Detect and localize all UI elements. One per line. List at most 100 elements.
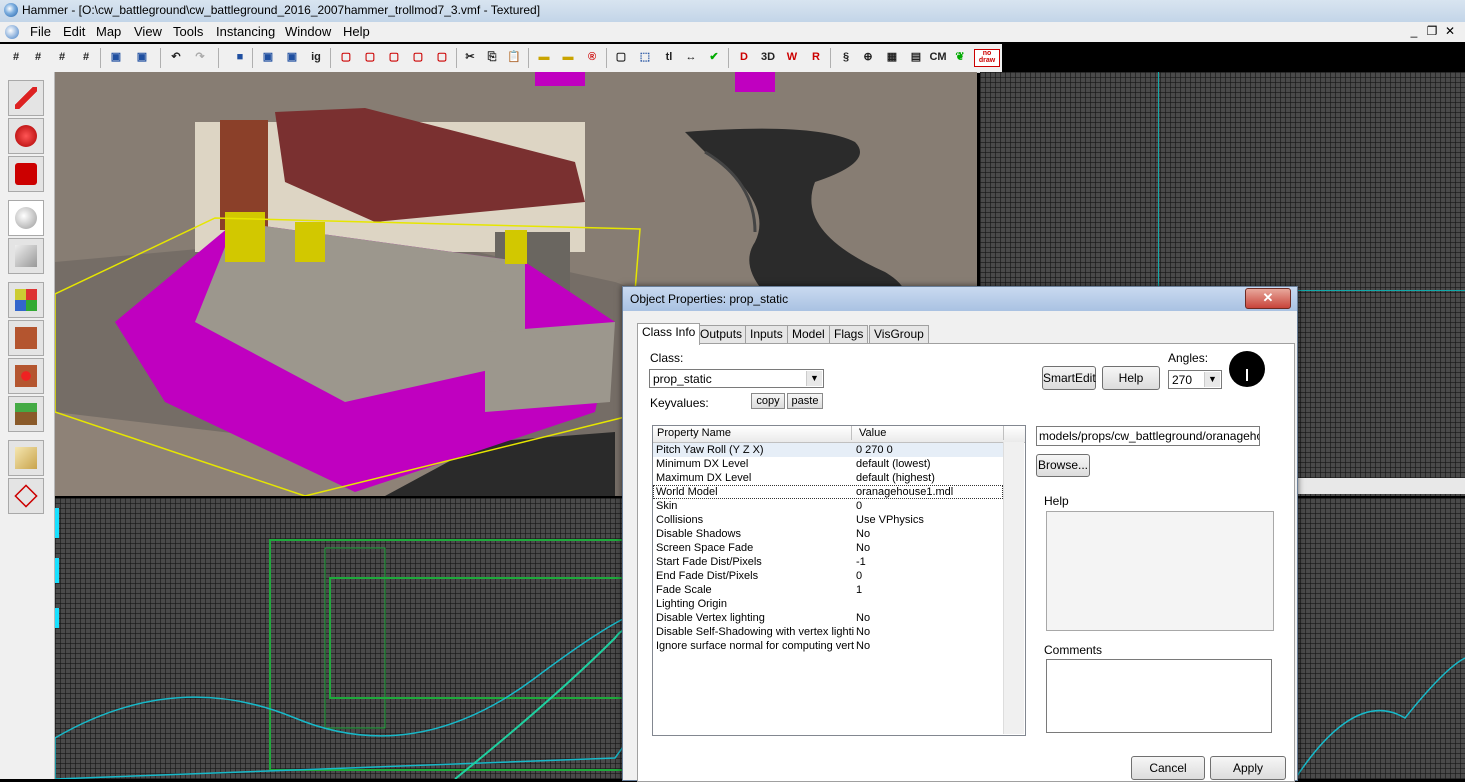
tab-model[interactable]: Model bbox=[787, 325, 830, 344]
tab-visgroup[interactable]: VisGroup bbox=[869, 325, 929, 344]
tab-outputs[interactable]: Outputs bbox=[695, 325, 748, 344]
table-row[interactable]: Pitch Yaw Roll (Y Z X) 0 270 0 bbox=[653, 443, 1003, 457]
smartedit-button[interactable]: SmartEdit bbox=[1042, 366, 1096, 390]
browse-button[interactable]: Browse... bbox=[1036, 454, 1090, 477]
dialog-close-button[interactable]: ✕ bbox=[1245, 288, 1291, 309]
table-row[interactable]: Collisions Use VPhysics bbox=[653, 513, 1003, 527]
menu-help[interactable]: Help bbox=[343, 24, 370, 39]
toolbar-tl[interactable]: tl bbox=[661, 49, 677, 65]
menu-window[interactable]: Window bbox=[285, 24, 331, 39]
table-row[interactable]: Fade Scale 1 bbox=[653, 583, 1003, 597]
carve-icon[interactable]: ▣ bbox=[108, 49, 124, 65]
grid-larger-icon[interactable]: # bbox=[54, 49, 70, 65]
tie-to-entity-icon[interactable]: ▣ bbox=[260, 49, 276, 65]
undo-icon[interactable]: ↶ bbox=[168, 49, 184, 65]
entity-tool-button[interactable] bbox=[8, 200, 44, 236]
class-select[interactable]: prop_static ▼ bbox=[649, 369, 824, 388]
toolbar-nodraw[interactable]: no draw bbox=[974, 49, 1000, 67]
show-all-icon[interactable]: ▢ bbox=[386, 49, 402, 65]
table-row[interactable]: World Model oranagehouse1.mdl bbox=[653, 485, 1003, 499]
table-row[interactable]: Disable Shadows No bbox=[653, 527, 1003, 541]
menu-map[interactable]: Map bbox=[96, 24, 121, 39]
texture-app-tool-button[interactable] bbox=[8, 282, 44, 318]
radius-culling-icon[interactable]: ® bbox=[584, 49, 600, 65]
comments-textarea[interactable] bbox=[1046, 659, 1272, 733]
apply-button[interactable]: Apply bbox=[1210, 756, 1286, 780]
tab-flags[interactable]: Flags bbox=[829, 325, 869, 344]
ignore-groups-icon[interactable]: ig bbox=[308, 49, 324, 65]
hide-selected-icon[interactable]: ▢ bbox=[338, 49, 354, 65]
toolbar-flip-icon[interactable]: ↔ bbox=[683, 49, 699, 65]
column-property-name[interactable]: Property Name bbox=[657, 427, 731, 439]
table-row[interactable]: Skin 0 bbox=[653, 499, 1003, 513]
toolbar-model-icon[interactable]: ▤ bbox=[908, 49, 924, 65]
hide-unselected-icon[interactable]: ▢ bbox=[362, 49, 378, 65]
table-row[interactable]: Minimum DX Level default (lowest) bbox=[653, 457, 1003, 471]
grid-icon[interactable]: # bbox=[8, 49, 24, 65]
dialog-titlebar[interactable]: Object Properties: prop_static ✕ bbox=[623, 287, 1297, 311]
angles-select[interactable]: 270 ▼ bbox=[1168, 370, 1222, 389]
toolbar-red-d-icon[interactable]: D bbox=[736, 49, 752, 65]
clipping-tool-button[interactable] bbox=[8, 440, 44, 476]
camera-tool-button[interactable] bbox=[8, 156, 44, 192]
table-row[interactable]: Lighting Origin bbox=[653, 597, 1003, 611]
table-row[interactable]: Screen Space Fade No bbox=[653, 541, 1003, 555]
keyvalues-table[interactable]: Property Name Value Pitch Yaw Roll (Y Z … bbox=[652, 425, 1026, 736]
paste-icon[interactable]: 📋 bbox=[506, 49, 522, 65]
grid-smaller-icon[interactable]: # bbox=[30, 49, 46, 65]
toolbar-s-icon[interactable]: § bbox=[838, 49, 854, 65]
toolbar-leaf-icon[interactable]: ❦ bbox=[952, 49, 968, 65]
table-row[interactable]: Start Fade Dist/Pixels -1 bbox=[653, 555, 1003, 569]
toolbar-3d-icon[interactable]: 3D bbox=[760, 49, 776, 65]
selection-icon[interactable]: ▢ bbox=[613, 49, 629, 65]
copy-button[interactable]: copy bbox=[751, 393, 785, 409]
table-row[interactable]: Maximum DX Level default (highest) bbox=[653, 471, 1003, 485]
toolbar-check-icon[interactable]: ✔ bbox=[706, 49, 722, 65]
chevron-down-icon[interactable]: ▼ bbox=[806, 371, 822, 386]
menu-edit[interactable]: Edit bbox=[63, 24, 85, 39]
block-tool-button[interactable] bbox=[8, 238, 44, 274]
mdi-restore-icon[interactable]: ❐ bbox=[1423, 24, 1441, 38]
keyvalues-scrollbar[interactable] bbox=[1003, 442, 1024, 734]
window-titlebar[interactable]: Hammer - [O:\cw_battleground\cw_battlegr… bbox=[0, 0, 1465, 23]
menu-view[interactable]: View bbox=[134, 24, 162, 39]
grid-snap-icon[interactable]: # bbox=[78, 49, 94, 65]
table-row[interactable]: Disable Vertex lighting No bbox=[653, 611, 1003, 625]
mdi-close-icon[interactable]: ✕ bbox=[1441, 24, 1459, 38]
menu-instancing[interactable]: Instancing bbox=[216, 24, 275, 39]
mdi-minimize-icon[interactable]: _ bbox=[1405, 24, 1423, 38]
cut-icon[interactable]: ✂ bbox=[462, 49, 478, 65]
toolbar-target-icon[interactable]: ⊕ bbox=[860, 49, 876, 65]
table-row[interactable]: Disable Self-Shadowing with vertex light… bbox=[653, 625, 1003, 639]
table-row[interactable]: Ignore surface normal for computing vert… bbox=[653, 639, 1003, 653]
texture-scale-lock-icon[interactable]: ▢ bbox=[434, 49, 450, 65]
chevron-down-icon[interactable]: ▼ bbox=[1204, 372, 1220, 387]
apply-overlay-button[interactable] bbox=[8, 396, 44, 432]
texture-lock-icon[interactable]: ▢ bbox=[410, 49, 426, 65]
paste-button[interactable]: paste bbox=[787, 393, 823, 409]
vertex-tool-button[interactable] bbox=[8, 478, 44, 514]
hide-icon[interactable]: ■ bbox=[232, 49, 248, 65]
move-to-world-icon[interactable]: ▣ bbox=[284, 49, 300, 65]
menu-file[interactable]: File bbox=[30, 24, 51, 39]
copy-icon[interactable]: ⎘ bbox=[484, 49, 500, 65]
toolbar-grid2-icon[interactable]: ▦ bbox=[884, 49, 900, 65]
table-row[interactable]: End Fade Dist/Pixels 0 bbox=[653, 569, 1003, 583]
model-path-field[interactable]: models/props/cw_battleground/oranagehous… bbox=[1036, 426, 1260, 446]
selection-tool-button[interactable] bbox=[8, 80, 44, 116]
group-icon[interactable]: ▣ bbox=[134, 49, 150, 65]
viewport-scrollbar[interactable] bbox=[1298, 478, 1465, 494]
tab-inputs[interactable]: Inputs bbox=[745, 325, 788, 344]
column-value[interactable]: Value bbox=[859, 427, 886, 439]
toggle-cordon-icon[interactable]: ▬ bbox=[536, 49, 552, 65]
toolbar-cm[interactable]: CM bbox=[928, 49, 948, 65]
help-button[interactable]: Help bbox=[1102, 366, 1160, 390]
angle-dial[interactable] bbox=[1229, 351, 1265, 387]
menu-tools[interactable]: Tools bbox=[173, 24, 203, 39]
edit-cordon-icon[interactable]: ▬ bbox=[560, 49, 576, 65]
redo-icon[interactable]: ↷ bbox=[192, 49, 208, 65]
document-icon[interactable] bbox=[5, 25, 19, 39]
magnify-tool-button[interactable] bbox=[8, 118, 44, 154]
tab-class-info[interactable]: Class Info bbox=[637, 323, 701, 345]
apply-texture-button[interactable] bbox=[8, 320, 44, 356]
